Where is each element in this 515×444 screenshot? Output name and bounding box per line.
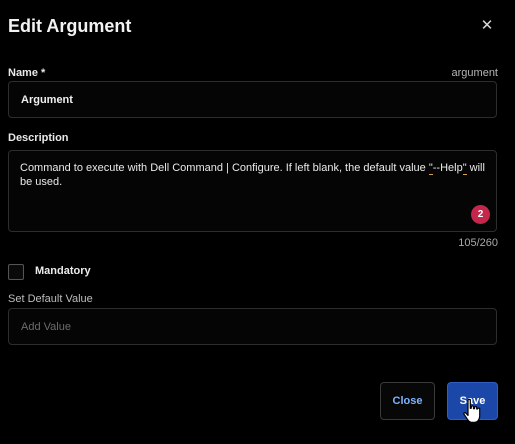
description-text: Command to execute with Dell Command | C… <box>20 162 485 188</box>
mandatory-label[interactable]: Mandatory <box>35 265 91 277</box>
name-label: Name * <box>8 67 46 79</box>
mandatory-checkbox[interactable] <box>8 264 24 280</box>
default-value-input[interactable] <box>9 309 496 344</box>
default-value-label: Set Default Value <box>8 293 93 305</box>
name-value: Argument <box>21 94 73 106</box>
hand-cursor-icon <box>463 398 481 423</box>
name-hint: argument <box>451 67 498 79</box>
error-count-badge[interactable]: 2 <box>471 205 490 224</box>
name-input[interactable]: Argument <box>8 81 497 118</box>
character-counter: 105/260 <box>458 237 498 249</box>
description-textarea[interactable]: Command to execute with Dell Command | C… <box>8 150 497 232</box>
close-button[interactable]: Close <box>380 382 435 420</box>
description-label: Description <box>8 132 69 144</box>
close-icon[interactable]: ✕ <box>478 17 496 35</box>
default-value-field <box>8 308 497 345</box>
dialog-title: Edit Argument <box>8 16 132 36</box>
